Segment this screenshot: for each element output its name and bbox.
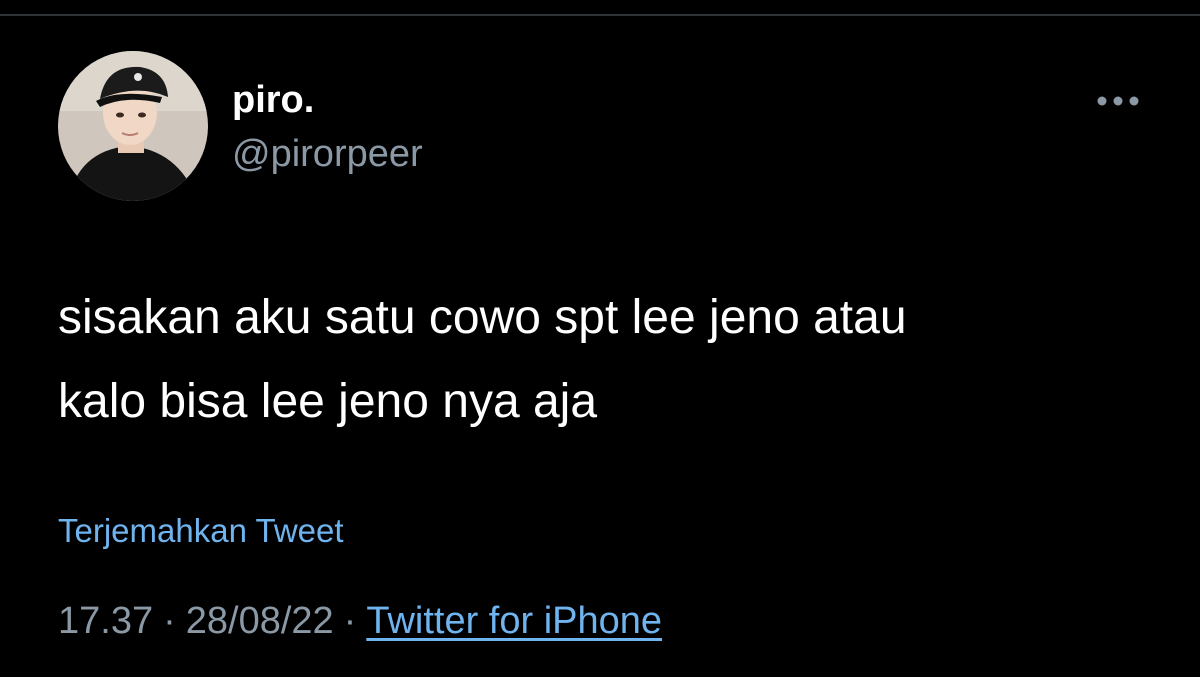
top-divider <box>0 14 1200 16</box>
tweet-meta: 17.37 · 28/08/22 · Twitter for iPhone <box>58 598 662 644</box>
avatar-image <box>58 51 208 201</box>
tweet-text-line: sisakan aku satu cowo spt lee jeno atau <box>58 291 907 344</box>
tweet-source-link[interactable]: Twitter for iPhone <box>366 600 662 642</box>
avatar[interactable] <box>58 51 208 201</box>
tweet-text: sisakan aku satu cowo spt lee jeno atau … <box>58 276 1158 444</box>
more-options-button[interactable] <box>1090 84 1146 118</box>
tweet-text-line: kalo bisa lee jeno nya aja <box>58 375 598 428</box>
meta-separator: · <box>163 600 176 642</box>
display-name[interactable]: piro. <box>232 78 314 122</box>
more-horizontal-icon <box>1097 96 1139 106</box>
user-handle[interactable]: @pirorpeer <box>232 132 423 176</box>
meta-separator: · <box>343 600 357 642</box>
translate-tweet-link[interactable]: Terjemahkan Tweet <box>58 511 344 551</box>
tweet-time: 17.37 <box>58 600 154 642</box>
tweet-date: 28/08/22 <box>185 600 334 642</box>
